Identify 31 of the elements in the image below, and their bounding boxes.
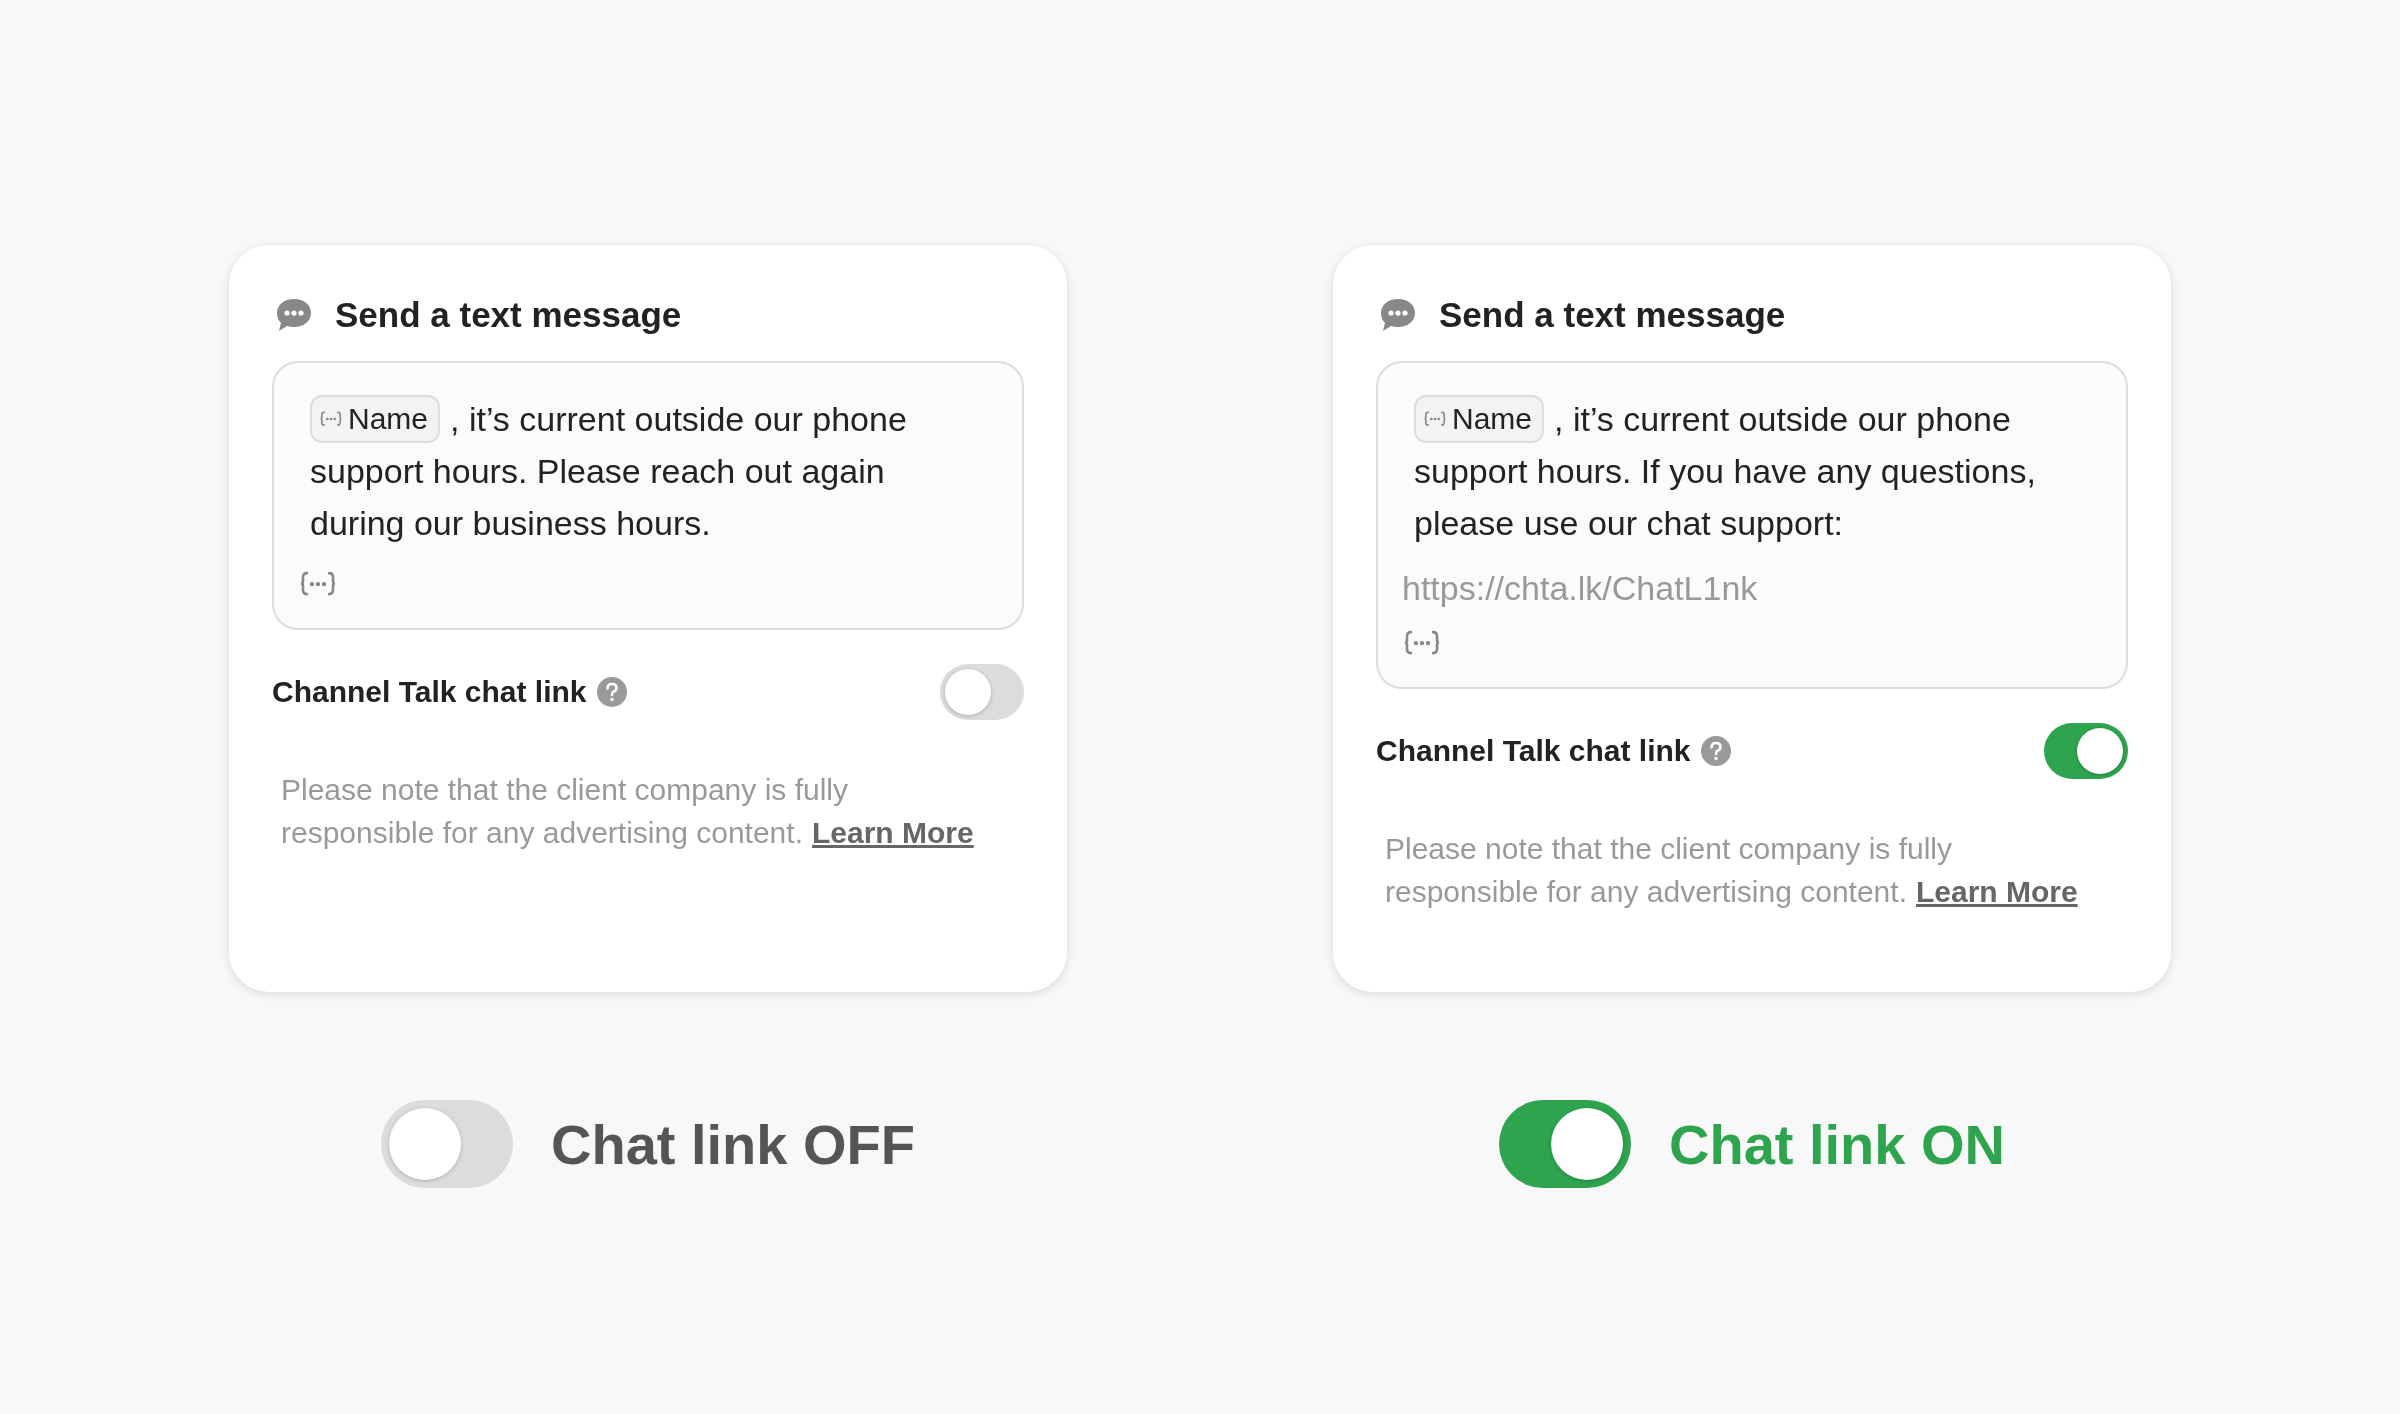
- disclaimer-text: Please note that the client company is fully: [1385, 831, 1952, 868]
- caption-text: Chat link ON: [1669, 1111, 2005, 1177]
- braces-icon: [1424, 411, 1446, 427]
- disclaimer-text: Please note that the client company is fully: [281, 772, 848, 809]
- card-title: Send a text message: [1439, 295, 1786, 335]
- variable-chip[interactable]: Name: [1414, 395, 1545, 443]
- message-text: support hours. If you have any questions,: [1414, 451, 2037, 492]
- chat-link-label: Channel Talk chat link: [1376, 734, 1691, 769]
- message-field[interactable]: Name , it’s current outside our phone support hours. Please reach out again during our business hours.: [272, 361, 1024, 631]
- help-icon[interactable]: [1700, 736, 1731, 767]
- chat-bubble-icon: [275, 297, 313, 333]
- braces-icon: [320, 411, 342, 427]
- braces-icon: [1404, 630, 1440, 656]
- chat-bubble-icon: [1379, 297, 1417, 333]
- chat-link-label: Channel Talk chat link: [272, 675, 587, 710]
- caption-text: Chat link OFF: [551, 1111, 915, 1177]
- message-text: during our business hours.: [310, 503, 712, 544]
- message-text: , it’s current outside our phone: [1554, 399, 2011, 440]
- message-text: support hours. Please reach out again: [310, 451, 886, 492]
- learn-more-link[interactable]: Learn More: [811, 811, 974, 855]
- message-text: please use our chat support:: [1414, 503, 1845, 544]
- disclaimer-text: responsible for any advertising content.: [1385, 874, 1907, 911]
- card-title: Send a text message: [335, 295, 682, 335]
- chat-link-url: https://chta.lk/ChatL1nk: [1402, 569, 1759, 608]
- variable-chip[interactable]: Name: [310, 395, 441, 443]
- learn-more-link[interactable]: Learn More: [1915, 870, 2078, 914]
- message-field[interactable]: Name , it’s current outside our phone support hours. If you have any questions, please use our chat support: https://chta.lk/ChatL1nk: [1376, 361, 2128, 690]
- help-icon[interactable]: [596, 677, 627, 708]
- braces-icon: [300, 571, 336, 597]
- message-text: , it’s current outside our phone: [450, 399, 907, 440]
- disclaimer-text: responsible for any advertising content.: [281, 815, 803, 852]
